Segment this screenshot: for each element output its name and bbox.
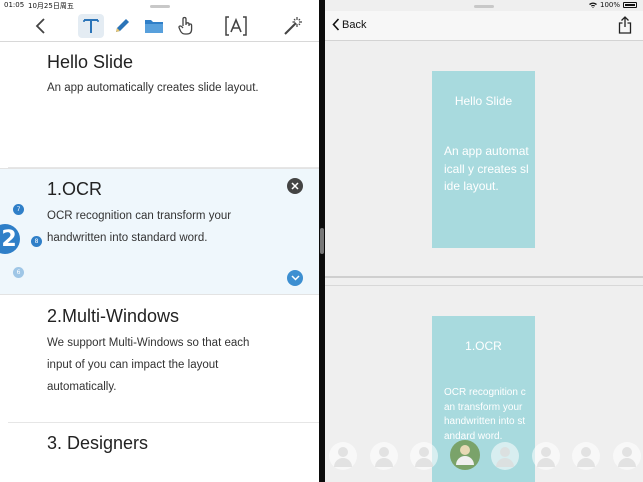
doc-block-ocr[interactable]: 1.OCR OCR recognition can transform your… [0,168,319,295]
doc-block-multi-windows[interactable]: 2.Multi-Windows We support Multi-Windows… [0,295,319,422]
slide-preview-panel[interactable]: Hello Slide An app automaticall y create… [325,42,643,278]
avatar-shoulders [536,458,555,467]
avatar-head [540,447,551,457]
close-icon [291,182,299,190]
back-button[interactable]: Back [332,18,366,31]
slide-title: Hello Slide [454,94,513,108]
designer-picker [325,439,643,477]
block-title: Hello Slide [47,52,134,72]
avatar-shoulders [455,456,474,465]
avatar-head [581,447,591,457]
preview-nav-bar: Back [325,11,643,41]
chevron-down-icon [290,275,300,281]
avatar-head [500,447,510,457]
magic-wand-icon[interactable] [280,14,306,38]
designer-avatar[interactable] [572,442,600,470]
doc-block-designers[interactable]: 3. Designers [0,423,319,482]
designer-avatar[interactable] [410,442,438,470]
expand-block-button[interactable] [287,270,303,286]
designer-avatar[interactable] [612,442,641,470]
share-icon [618,16,632,34]
designer-avatar[interactable] [449,440,480,470]
block-body: An app automatically creates slide layou… [47,82,259,94]
avatar-shoulders [415,458,433,467]
slide-body: An app automaticall y creates slide layo… [444,144,529,193]
block-body: OCR recognition can transform your handw… [47,210,232,244]
block-title: 1.OCR [47,179,103,199]
editor-pane: Hello Slide An app automatically creates… [0,0,319,482]
block-title: 2.Multi-Windows [47,306,180,326]
avatar-head [621,447,632,457]
preview-pane: Back Hello Slide An app automaticall y c… [325,0,643,482]
block-title: 3. Designers [47,433,149,453]
back-label: Back [342,18,367,31]
page-number-bubble[interactable]: 2 [0,224,20,254]
status-right: 100% [588,1,637,9]
mini-page-dot[interactable]: 8 [31,236,42,247]
back-chevron-icon[interactable] [28,14,54,38]
designer-avatar[interactable] [369,442,398,470]
text-tool-icon[interactable] [78,14,104,38]
hand-pointer-icon[interactable] [173,14,199,38]
wifi-icon [588,2,597,8]
avatar-head [338,447,348,457]
editor-toolbar [0,11,319,42]
designer-avatar[interactable] [491,442,519,470]
avatar-shoulders [334,458,352,467]
avatar-head [459,445,470,455]
slide-body: OCR recognition can transform your handw… [444,387,526,442]
status-time: 01:05 [4,1,25,9]
block-body: We support Multi-Windows so that each in… [47,337,250,393]
mini-page-dot[interactable]: 6 [13,267,24,278]
split-view-handle[interactable] [320,228,324,254]
mini-page-dot[interactable]: 7 [13,204,24,215]
designer-avatar[interactable] [531,442,560,470]
share-button[interactable] [618,16,632,38]
avatar-shoulders [496,458,514,467]
battery-icon [623,2,637,8]
avatar-head [419,447,429,457]
status-date: 10月25日周五 [28,2,74,10]
avatar-shoulders [577,458,595,467]
pencil-icon[interactable] [109,14,135,38]
slide-card[interactable]: Hello Slide An app automaticall y create… [432,71,535,248]
text-box-icon[interactable] [223,14,249,38]
avatar-head [378,447,389,457]
doc-block-title[interactable]: Hello Slide An app automatically creates… [0,42,319,167]
designer-avatar[interactable] [329,442,357,470]
avatar-shoulders [617,458,636,467]
slide-preview-panel[interactable]: 1.OCR OCR recognition can transform your… [325,285,643,482]
folder-icon[interactable] [141,14,167,38]
battery-percent: 100% [599,1,620,9]
avatar-shoulders [374,458,393,467]
chevron-left-icon [332,18,340,31]
slide-title: 1.OCR [465,339,502,353]
close-block-button[interactable] [287,178,303,194]
status-bar: 01:05 10月25日周五 100% [0,0,643,11]
